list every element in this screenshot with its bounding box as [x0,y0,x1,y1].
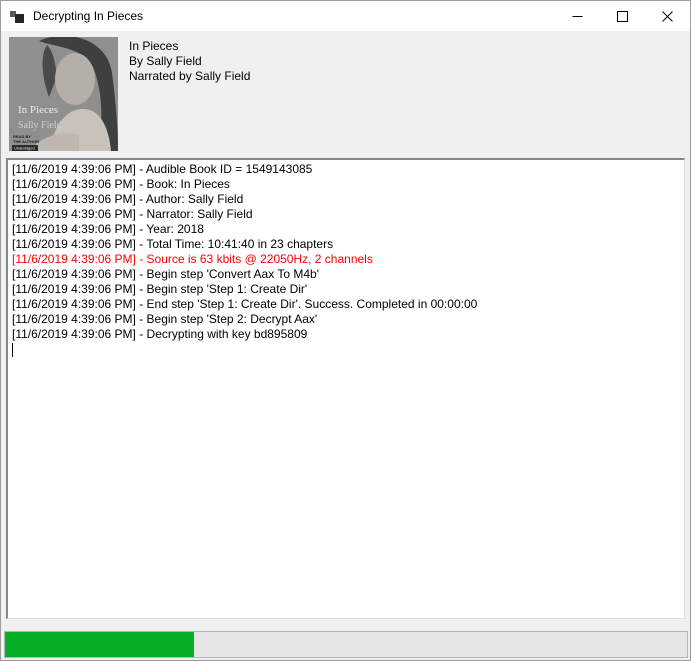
maximize-button[interactable] [600,1,645,31]
log-line: [11/6/2019 4:39:06 PM] - Book: In Pieces [12,177,684,192]
log-line: [11/6/2019 4:39:06 PM] - Narrator: Sally… [12,207,684,222]
app-icon [10,9,24,23]
log-line: [11/6/2019 4:39:06 PM] - Year: 2018 [12,222,684,237]
cover-badge-line2: THE AUTHOR [13,139,39,144]
cover-badge-line3: Unabridged [14,146,35,151]
progress-bar [4,631,688,658]
log-line: [11/6/2019 4:39:06 PM] - End step 'Step … [12,297,684,312]
book-narrator: Narrated by Sally Field [129,69,250,84]
cover-title-text: In Pieces [18,104,58,116]
log-line: [11/6/2019 4:39:06 PM] - Author: Sally F… [12,192,684,207]
minimize-icon [572,11,583,22]
log-line: [11/6/2019 4:39:06 PM] - Begin step 'Con… [12,267,684,282]
book-info: In Pieces By Sally Field Narrated by Sal… [129,39,250,84]
book-cover-image: In Pieces Sally Field READ BY THE AUTHOR… [9,37,118,151]
log-line: [11/6/2019 4:39:06 PM] - Decrypting with… [12,327,684,342]
window-title: Decrypting In Pieces [33,9,143,23]
minimize-button[interactable] [555,1,600,31]
maximize-icon [617,11,628,22]
close-icon [662,11,673,22]
cover-author-text: Sally Field [18,120,62,131]
close-button[interactable] [645,1,690,31]
log-line: [11/6/2019 4:39:06 PM] - Begin step 'Ste… [12,282,684,297]
book-title: In Pieces [129,39,250,54]
window-controls [555,1,690,31]
log-textbox[interactable]: [11/6/2019 4:39:06 PM] - Audible Book ID… [6,158,685,619]
titlebar: Decrypting In Pieces [1,1,690,31]
progress-fill [5,632,194,657]
log-line: [11/6/2019 4:39:06 PM] - Begin step 'Ste… [12,312,684,327]
log-line: [11/6/2019 4:39:06 PM] - Audible Book ID… [12,162,684,177]
book-author: By Sally Field [129,54,250,69]
log-line: [11/6/2019 4:39:06 PM] - Source is 63 kb… [12,252,684,267]
log-line: [11/6/2019 4:39:06 PM] - Total Time: 10:… [12,237,684,252]
app-window: Decrypting In Pieces In Pieces Sally Fie… [0,0,691,661]
